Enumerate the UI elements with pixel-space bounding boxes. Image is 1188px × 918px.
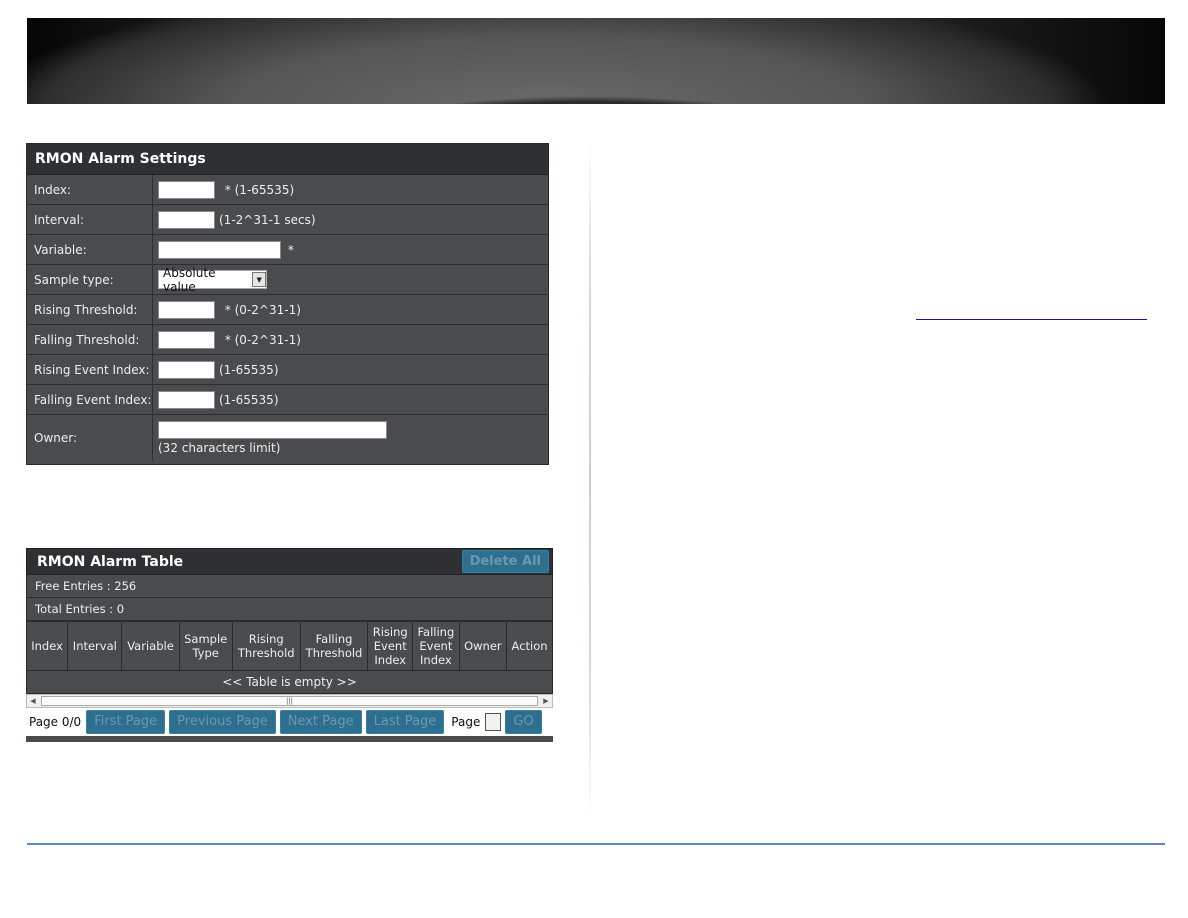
column-header-line: Variable	[127, 639, 174, 653]
table-title: RMON Alarm Table	[37, 553, 184, 570]
rmon-alarm-settings-panel: RMON Alarm Settings Index: * (1-65535) I…	[26, 143, 549, 465]
falling-threshold-hint: * (0-2^31-1)	[221, 332, 301, 347]
column-header-line: Event	[419, 639, 453, 653]
column-header-line: Interval	[72, 639, 117, 653]
falling-threshold-label: Falling Threshold:	[27, 325, 153, 354]
sample-type-value: Absolute value	[163, 265, 216, 294]
column-header-line: Index	[374, 653, 407, 667]
table-row: << Table is empty >>	[26, 670, 553, 694]
falling-event-index-hint: (1-65535)	[219, 392, 279, 407]
owner-label: Owner:	[27, 415, 153, 461]
rising-threshold-input[interactable]	[158, 300, 215, 319]
column-header-line: Event	[373, 639, 407, 653]
index-hint: * (1-65535)	[221, 182, 295, 197]
table-header: RMON Alarm Table Delete All	[26, 548, 553, 575]
falling-event-index-label: Falling Event Index:	[27, 385, 153, 414]
variable-hint: *	[284, 242, 294, 257]
column-header: Falling Threshold	[299, 621, 369, 671]
last-page-button[interactable]: Last Page	[365, 710, 445, 734]
rising-threshold-row: Rising Threshold: * (0-2^31-1)	[27, 295, 548, 325]
table-header-row: Index Interval Variable Sample Type Rising Thr…	[25, 621, 553, 671]
first-page-button[interactable]: First Page	[86, 710, 166, 734]
go-button[interactable]: GO	[505, 710, 542, 734]
column-header-line: Falling	[417, 625, 455, 639]
sample-type-row: Sample type: Absolute value ▼	[27, 265, 548, 295]
sample-type-label: Sample type:	[27, 265, 153, 294]
falling-threshold-input[interactable]	[158, 330, 215, 349]
column-header-line: Threshold	[305, 646, 363, 660]
column-header-line: Threshold	[237, 646, 295, 660]
falling-event-index-input[interactable]	[158, 390, 215, 409]
owner-row: Owner: (32 characters limit)	[27, 415, 548, 461]
delete-all-button[interactable]: Delete All	[461, 550, 549, 573]
falling-event-index-row: Falling Event Index: (1-65535)	[27, 385, 548, 415]
index-row: Index: * (1-65535)	[27, 175, 548, 205]
hyperlink-underline[interactable]	[916, 319, 1147, 320]
column-header-line: Sample	[184, 632, 228, 646]
previous-page-button[interactable]: Previous Page	[169, 710, 276, 734]
rmon-alarm-table-panel: RMON Alarm Table Delete All Free Entries…	[25, 548, 553, 742]
footer-rule	[27, 843, 1165, 845]
page-number-input[interactable]	[485, 713, 502, 731]
column-header: Rising Threshold	[231, 621, 301, 671]
column-header: Variable	[121, 621, 180, 671]
rising-event-index-input[interactable]	[158, 360, 215, 379]
column-header-line: Type	[192, 646, 219, 660]
total-entries: Total Entries : 0	[26, 598, 553, 621]
rising-event-index-hint: (1-65535)	[219, 362, 279, 377]
interval-row: Interval: (1-2^31-1 secs)	[27, 205, 548, 235]
column-header: Index	[25, 621, 69, 671]
interval-label: Interval:	[27, 205, 153, 234]
pagination: Page 0/0 First Page Previous Page Next P…	[26, 708, 553, 736]
column-header: Action	[506, 621, 553, 671]
column-header: Owner	[458, 621, 508, 671]
alarm-table: Index Interval Variable Sample Type Rising Thr…	[25, 621, 553, 694]
page-status: Page 0/0	[29, 715, 82, 729]
page-label: Page	[451, 715, 481, 729]
settings-title: RMON Alarm Settings	[27, 144, 548, 175]
rising-event-index-row: Rising Event Index: (1-65535)	[27, 355, 548, 385]
falling-threshold-row: Falling Threshold: * (0-2^31-1)	[27, 325, 548, 355]
column-divider	[589, 140, 591, 820]
scroll-right-icon[interactable]: ▶	[540, 695, 552, 707]
free-entries: Free Entries : 256	[26, 575, 553, 598]
variable-row: Variable: *	[27, 235, 548, 265]
header-banner	[27, 18, 1165, 104]
index-input[interactable]	[158, 180, 215, 199]
owner-input[interactable]	[158, 421, 387, 439]
rising-threshold-label: Rising Threshold:	[27, 295, 153, 324]
column-header-line: Rising	[372, 625, 408, 639]
column-header: Falling Event Index	[412, 621, 460, 671]
column-header-line: Index	[420, 653, 452, 667]
horizontal-scrollbar[interactable]: ◀ ||| ▶	[26, 694, 553, 708]
owner-hint: (32 characters limit)	[158, 441, 281, 455]
column-header-line: Falling	[315, 632, 353, 646]
dropdown-arrow-icon[interactable]: ▼	[252, 272, 266, 287]
column-header-line: Rising	[248, 632, 284, 646]
scrollbar-thumb[interactable]: |||	[41, 696, 538, 706]
sample-type-select[interactable]: Absolute value ▼	[158, 266, 267, 294]
scroll-left-icon[interactable]: ◀	[27, 695, 39, 707]
column-header: Interval	[67, 621, 123, 671]
interval-hint: (1-2^31-1 secs)	[219, 212, 316, 227]
variable-label: Variable:	[27, 235, 153, 264]
empty-message: << Table is empty >>	[26, 670, 553, 694]
interval-input[interactable]	[158, 210, 215, 229]
next-page-button[interactable]: Next Page	[279, 710, 362, 734]
column-header-line: Action	[511, 639, 548, 653]
column-header: Sample Type	[178, 621, 233, 671]
variable-input[interactable]	[158, 240, 281, 259]
rising-event-index-label: Rising Event Index:	[27, 355, 153, 384]
index-label: Index:	[27, 175, 153, 204]
column-header-line: Owner	[464, 639, 502, 653]
rising-threshold-hint: * (0-2^31-1)	[221, 302, 301, 317]
column-header: Rising Event Index	[367, 621, 414, 671]
column-header-line: Index	[31, 639, 63, 653]
